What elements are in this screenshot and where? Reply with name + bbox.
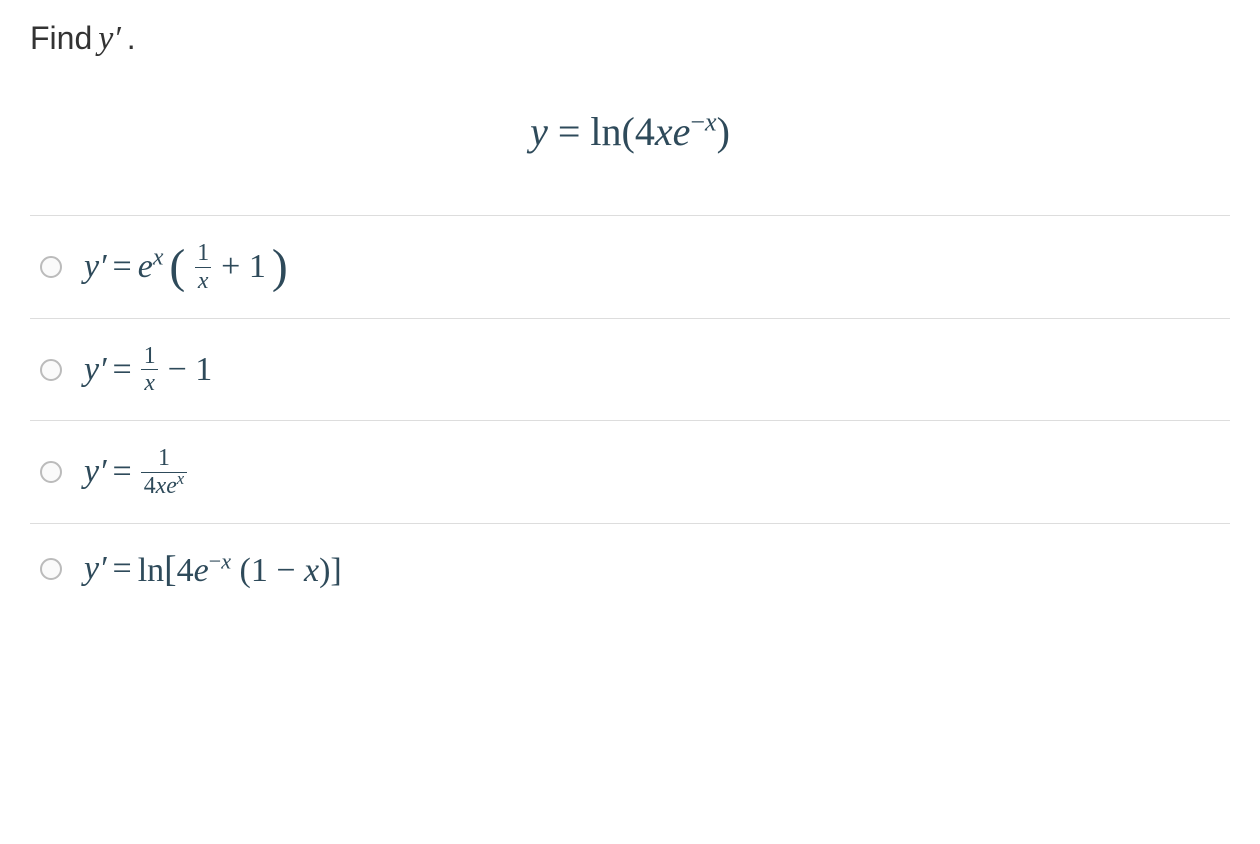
- equation-display: y = ln(4xe−x): [30, 108, 1230, 155]
- yprime: y′: [84, 550, 107, 588]
- fraction: 1 x: [141, 343, 159, 396]
- plus-one: + 1: [221, 248, 266, 286]
- lbracket: [: [164, 549, 176, 590]
- radio-button[interactable]: [40, 359, 62, 381]
- eq-e: e: [673, 109, 691, 154]
- prompt-text: Find: [30, 20, 92, 57]
- question-prompt: Find y′ .: [30, 20, 1230, 58]
- fraction: 1 x: [194, 240, 212, 293]
- exp-minus: −: [209, 548, 221, 573]
- option-b-math: y′ = 1 x − 1: [84, 343, 212, 396]
- option-d-math: y′ = ln[4e−x (1 − x)]: [84, 548, 342, 591]
- eq-ln4: ln(4: [590, 109, 654, 154]
- den-x: x: [156, 473, 167, 499]
- yprime: y′: [84, 351, 107, 389]
- option-b[interactable]: y′ = 1 x − 1: [30, 319, 1230, 421]
- prompt-variable: y′: [98, 20, 121, 58]
- option-a[interactable]: y′ = ex ( 1 x + 1 ): [30, 216, 1230, 319]
- prompt-end: .: [127, 20, 136, 57]
- denominator: x: [141, 369, 158, 396]
- numerator: 1: [155, 445, 173, 471]
- minus-one: − 1: [168, 351, 213, 389]
- option-c-math: y′ = 1 4xex: [84, 445, 190, 498]
- equals: =: [113, 550, 132, 588]
- four: 4: [177, 552, 194, 589]
- eq-exp-minus: −: [690, 108, 705, 137]
- rparen-rbracket: )]: [319, 552, 342, 589]
- denominator: 4xex: [141, 472, 187, 499]
- den-4: 4: [144, 473, 156, 499]
- equals: =: [113, 248, 132, 286]
- radio-button[interactable]: [40, 461, 62, 483]
- option-c[interactable]: y′ = 1 4xex: [30, 421, 1230, 523]
- option-d[interactable]: y′ = ln[4e−x (1 − x)]: [30, 524, 1230, 615]
- eq-close: ): [717, 109, 730, 154]
- one-minus: (1 −: [231, 552, 304, 589]
- exp-x: x: [153, 245, 164, 271]
- lparen: (: [169, 240, 185, 294]
- eq-x: x: [655, 109, 673, 154]
- yprime: y′: [84, 453, 107, 491]
- radio-button[interactable]: [40, 256, 62, 278]
- eq-exp-x: x: [705, 108, 717, 137]
- e: e: [138, 248, 153, 285]
- den-exp: x: [177, 469, 184, 488]
- fraction: 1 4xex: [141, 445, 187, 498]
- eq-lhs: y: [530, 109, 548, 154]
- denominator: x: [195, 267, 212, 294]
- equals: =: [113, 453, 132, 491]
- e: e: [194, 552, 209, 589]
- option-a-math: y′ = ex ( 1 x + 1 ): [84, 240, 288, 294]
- exp-x: x: [221, 548, 231, 573]
- radio-button[interactable]: [40, 558, 62, 580]
- rparen: ): [272, 240, 288, 294]
- den-e: e: [166, 473, 177, 499]
- numerator: 1: [194, 240, 212, 266]
- equals: =: [113, 351, 132, 389]
- ln: ln: [138, 552, 164, 589]
- options-list: y′ = ex ( 1 x + 1 ) y′ = 1 x − 1: [30, 215, 1230, 615]
- numerator: 1: [141, 343, 159, 369]
- eq-equals: =: [548, 109, 591, 154]
- x2: x: [304, 552, 319, 589]
- yprime: y′: [84, 248, 107, 286]
